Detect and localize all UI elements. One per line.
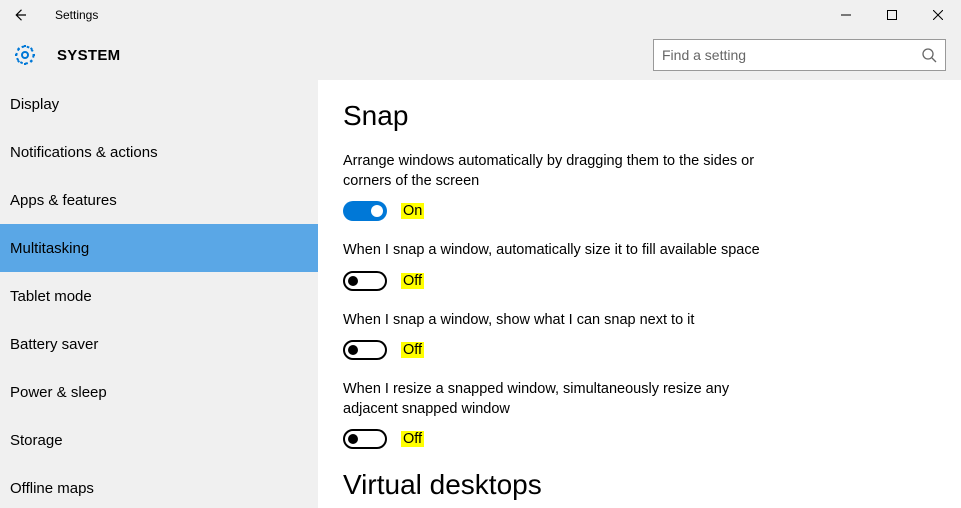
setting-auto-size: When I snap a window, automatically size… [343,241,936,291]
sidebar-item-label: Power & sleep [10,384,107,401]
sidebar-item-power[interactable]: Power & sleep [0,368,318,416]
gear-icon [13,43,37,67]
sidebar-item-label: Apps & features [10,192,117,209]
toggle-knob [348,434,358,444]
close-icon [933,10,943,20]
sidebar-item-storage[interactable]: Storage [0,416,318,464]
setting-snap-suggest: When I snap a window, show what I can sn… [343,311,936,361]
toggle-arrange-windows[interactable] [343,201,387,221]
titlebar: Settings [0,0,961,30]
setting-desc: Arrange windows automatically by draggin… [343,152,783,191]
sidebar: Display Notifications & actions Apps & f… [0,80,318,508]
setting-desc: When I snap a window, automatically size… [343,241,783,261]
sidebar-item-label: Multitasking [10,240,89,257]
setting-desc: When I snap a window, show what I can sn… [343,311,783,331]
sidebar-item-offline-maps[interactable]: Offline maps [0,464,318,508]
toggle-state-label: On [401,203,424,219]
toggle-knob [371,205,383,217]
search-box[interactable] [653,39,946,71]
sidebar-item-apps[interactable]: Apps & features [0,176,318,224]
back-arrow-icon [11,6,29,24]
window-title: Settings [55,8,98,22]
setting-desc: When I resize a snapped window, simultan… [343,380,783,419]
sidebar-item-label: Display [10,96,59,113]
toggle-auto-size[interactable] [343,271,387,291]
maximize-button[interactable] [869,0,915,30]
window-controls [823,0,961,30]
snap-heading: Snap [343,100,936,132]
sidebar-item-notifications[interactable]: Notifications & actions [0,128,318,176]
minimize-icon [841,10,851,20]
section-title: SYSTEM [57,47,120,64]
search-input[interactable] [662,47,921,63]
toggle-snap-suggest[interactable] [343,340,387,360]
close-button[interactable] [915,0,961,30]
sidebar-item-multitasking[interactable]: Multitasking [0,224,318,272]
toggle-knob [348,345,358,355]
setting-arrange-windows: Arrange windows automatically by draggin… [343,152,936,221]
virtual-desktops-heading: Virtual desktops [343,469,936,501]
sidebar-item-label: Storage [10,432,63,449]
sidebar-item-label: Notifications & actions [10,144,158,161]
back-button[interactable] [0,0,40,30]
toggle-state-label: Off [401,273,424,289]
content-panel: Snap Arrange windows automatically by dr… [318,80,961,508]
header-row: SYSTEM [0,30,961,80]
sidebar-item-display[interactable]: Display [0,80,318,128]
toggle-knob [348,276,358,286]
sidebar-item-battery[interactable]: Battery saver [0,320,318,368]
sidebar-item-label: Battery saver [10,336,98,353]
sidebar-item-label: Tablet mode [10,288,92,305]
sidebar-item-label: Offline maps [10,480,94,497]
setting-resize-adjacent: When I resize a snapped window, simultan… [343,380,936,449]
minimize-button[interactable] [823,0,869,30]
toggle-state-label: Off [401,431,424,447]
sidebar-item-tablet[interactable]: Tablet mode [0,272,318,320]
toggle-resize-adjacent[interactable] [343,429,387,449]
search-icon [921,47,937,63]
toggle-state-label: Off [401,342,424,358]
maximize-icon [887,10,897,20]
